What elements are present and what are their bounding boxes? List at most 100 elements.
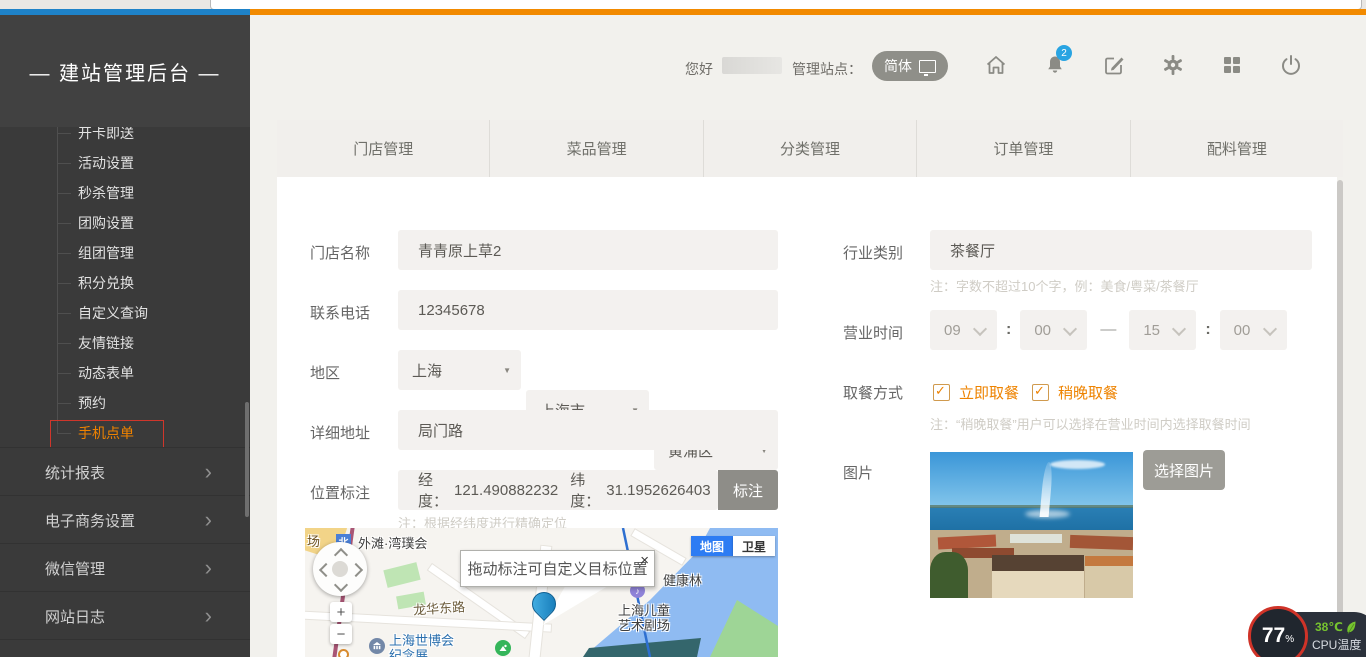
apps-grid-icon[interactable]	[1219, 52, 1245, 78]
open-minute-select[interactable]: 00	[1020, 310, 1087, 350]
photo-building	[1085, 564, 1133, 598]
chevron-down-icon	[1172, 322, 1186, 336]
gear-icon[interactable]	[1160, 52, 1186, 78]
lng-value: 121.490882232	[454, 482, 558, 499]
map-widget[interactable]: 场 北 外滩·湾璞会 龙华东路 上海世博会 纪念展 ♪	[305, 528, 778, 657]
page-scrollbar-thumb[interactable]	[1337, 180, 1343, 635]
address-input[interactable]: 局门路	[398, 410, 778, 450]
choose-image-label: 选择图片	[1154, 460, 1214, 481]
sidebar-section-rizhi[interactable]: 网站日志 ›	[0, 591, 250, 640]
close-hour-value: 15	[1143, 322, 1160, 339]
tab-order-management[interactable]: 订单管理	[917, 120, 1130, 177]
map-type-satellite-button[interactable]: 卫星	[733, 536, 775, 556]
store-name-value: 青青原上草2	[418, 240, 501, 261]
open-minute-value: 00	[1034, 322, 1051, 339]
sidebar: — 建站管理后台 — 开卡即送 活动设置 秒杀管理 团购设置 组团管理 积分兑换…	[0, 15, 250, 657]
sidebar-section-dianzi[interactable]: 电子商务设置 ›	[0, 495, 250, 544]
mark-location-button[interactable]: 标注	[718, 470, 778, 510]
chevron-right-icon: ›	[205, 462, 212, 482]
tab-ingredient-management[interactable]: 配料管理	[1131, 120, 1343, 177]
sidebar-item-zutuan[interactable]: 组团管理	[78, 241, 198, 265]
map-type-map-label: 地图	[700, 538, 724, 555]
sidebar-item-shouji-diandan-active[interactable]: 手机点单	[78, 421, 198, 445]
close-minute-select[interactable]: 00	[1220, 310, 1287, 350]
pan-left-icon[interactable]	[319, 563, 333, 577]
province-value: 上海	[412, 360, 442, 381]
language-pill-button[interactable]: 简体	[872, 51, 948, 81]
checkbox-checked-icon[interactable]: ✓	[933, 384, 950, 401]
sidebar-item-jifen[interactable]: 积分兑换	[78, 271, 198, 295]
chevron-right-icon: ›	[205, 606, 212, 626]
cpu-temp-label: CPU温度	[1312, 636, 1361, 653]
pickup-now-label: 立即取餐	[959, 382, 1019, 403]
lng-label: 经度：	[418, 469, 448, 511]
checkbox-checked-icon[interactable]: ✓	[1032, 384, 1049, 401]
sidebar-item-tuangou[interactable]: 团购设置	[78, 211, 198, 235]
image-label: 图片	[843, 462, 873, 483]
tree-vertical-line	[57, 127, 58, 433]
tab-bar: 门店管理 菜品管理 分类管理 订单管理 配料管理	[277, 120, 1343, 177]
sidebar-item-miaosha[interactable]: 秒杀管理	[78, 181, 198, 205]
tab-category-management[interactable]: 分类管理	[704, 120, 917, 177]
industry-note: 注：字数不超过10个字，例：美食/粤菜/茶餐厅	[930, 276, 1199, 295]
map-label-road: 龙华东路	[412, 596, 465, 619]
sidebar-scrollbar-thumb[interactable]	[245, 402, 249, 517]
music-note: ♪	[635, 586, 640, 596]
zoom-out-button[interactable]: −	[330, 624, 352, 644]
map-pan-control[interactable]	[313, 542, 367, 596]
pickup-option-later[interactable]: ✓ 稍晚取餐	[1032, 382, 1118, 403]
sidebar-item-huodong[interactable]: 活动设置	[78, 151, 198, 175]
power-icon[interactable]	[1278, 52, 1304, 78]
store-name-input[interactable]: 青青原上草2	[398, 230, 778, 270]
museum-icon	[369, 638, 385, 654]
choose-image-button[interactable]: 选择图片	[1143, 450, 1225, 490]
photo-fountain-mist	[1025, 510, 1070, 518]
industry-input[interactable]: 茶餐厅	[930, 230, 1312, 270]
tab-store-management[interactable]: 门店管理	[277, 120, 490, 177]
cpu-usage-gauge: 77%	[1248, 606, 1308, 657]
pan-down-icon[interactable]	[334, 578, 348, 592]
home-icon[interactable]	[983, 52, 1009, 78]
map-label-theater2: 艺术剧场	[618, 615, 670, 634]
hours-label: 营业时间	[843, 322, 903, 343]
dropdown-arrow-icon: ▼	[503, 366, 511, 375]
tab-dish-management[interactable]: 菜品管理	[490, 120, 703, 177]
time-colon: :	[1205, 321, 1210, 339]
region-label: 地区	[310, 362, 340, 383]
tree-tick	[57, 373, 71, 374]
phone-input[interactable]: 12345678	[398, 290, 778, 330]
lat-label: 纬度：	[570, 469, 600, 511]
pan-right-icon[interactable]	[349, 563, 363, 577]
pickup-note: 注：“稍晚取餐”用户可以选择在营业时间内选择取餐时间	[930, 414, 1251, 433]
tree-tick	[57, 313, 71, 314]
photo-building	[1010, 534, 1062, 543]
hours-row: 09 : 00 — 15 : 00	[930, 310, 1320, 350]
sidebar-item-youqing[interactable]: 友情链接	[78, 331, 198, 355]
chevron-right-icon: ›	[205, 510, 212, 530]
sidebar-item-yuyue[interactable]: 预约	[78, 391, 198, 415]
map-type-map-button[interactable]: 地图	[691, 536, 733, 556]
photo-trees	[930, 552, 968, 598]
sidebar-item-zidingyi[interactable]: 自定义查询	[78, 301, 198, 325]
location-input[interactable]: 经度： 121.490882232 纬度： 31.1952626403	[398, 470, 718, 510]
pan-up-icon[interactable]	[334, 548, 348, 562]
tooltip-close-icon[interactable]: ×	[640, 552, 649, 569]
industry-label: 行业类别	[843, 242, 903, 263]
address-label: 详细地址	[310, 422, 370, 443]
pan-center[interactable]	[332, 561, 348, 577]
tree-tick	[57, 343, 71, 344]
photo-roof	[1070, 535, 1133, 550]
open-hour-select[interactable]: 09	[930, 310, 997, 350]
pickup-option-now[interactable]: ✓ 立即取餐	[933, 382, 1019, 403]
zoom-in-button[interactable]: +	[330, 602, 352, 622]
manage-site-label: 管理站点：	[792, 59, 862, 79]
sidebar-item-dongtai[interactable]: 动态表单	[78, 361, 198, 385]
edit-icon[interactable]	[1101, 52, 1127, 78]
map-tooltip-text: 拖动标注可自定义目标位置	[467, 558, 647, 579]
cpu-usage-unit: %	[1285, 634, 1294, 645]
sidebar-section-weixin[interactable]: 微信管理 ›	[0, 543, 250, 592]
close-hour-select[interactable]: 15	[1129, 310, 1196, 350]
province-select[interactable]: 上海 ▼	[398, 350, 521, 390]
sidebar-section-tongji[interactable]: 统计报表 ›	[0, 447, 250, 496]
sidebar-section-label: 电子商务设置	[45, 510, 135, 531]
